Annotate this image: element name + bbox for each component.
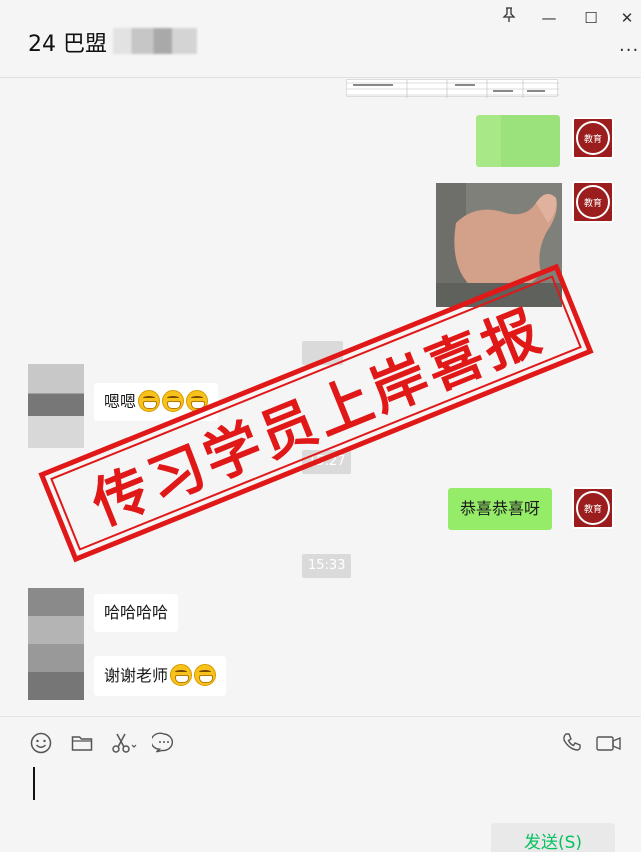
avatar-me[interactable]: 教育 <box>572 117 614 159</box>
message-bubble-left[interactable]: 谢谢老师 <box>94 656 227 696</box>
grin-emoji-icon <box>170 664 193 686</box>
avatar-friend[interactable] <box>28 364 84 448</box>
minimize-button[interactable]: — <box>536 6 562 30</box>
avatar-friend[interactable] <box>28 588 84 700</box>
blurred-message-bubble[interactable] <box>476 115 560 167</box>
more-options-icon[interactable]: ··· <box>619 40 639 61</box>
avatar-logo: 教育 <box>576 491 610 525</box>
video-call-icon[interactable] <box>595 731 623 757</box>
message-bubble-right[interactable]: 恭喜恭喜呀 <box>448 488 553 530</box>
emoji-icon[interactable] <box>29 731 55 757</box>
message-text: 谢谢老师 <box>104 666 169 685</box>
chat-history-icon[interactable] <box>150 731 178 757</box>
message-text: 嗯嗯 <box>104 392 137 411</box>
timestamp: 15:33 <box>302 554 352 578</box>
maximize-button[interactable]: ☐ <box>578 6 604 30</box>
blurred-title-suffix <box>113 28 197 54</box>
screenshot-scissors-icon[interactable] <box>110 731 140 757</box>
grin-emoji-icon <box>138 390 161 412</box>
chat-title: 24 巴盟 <box>28 32 107 57</box>
avatar-me[interactable]: 教育 <box>572 487 614 529</box>
close-button[interactable]: ✕ <box>614 6 640 30</box>
table-image-message[interactable] <box>346 79 559 98</box>
avatar-me[interactable]: 教育 <box>572 181 614 223</box>
avatar-logo: 教育 <box>576 185 610 219</box>
send-button[interactable]: 发送(S) <box>491 823 615 852</box>
pin-icon[interactable] <box>496 6 522 30</box>
text-cursor <box>33 767 35 800</box>
grin-emoji-icon <box>162 390 185 412</box>
chat-header: 24 巴盟 — ☐ ✕ ··· <box>0 0 641 78</box>
message-bubble-left[interactable]: 哈哈哈哈 <box>94 594 179 632</box>
folder-icon[interactable] <box>70 731 96 757</box>
avatar-logo: 教育 <box>576 121 610 155</box>
grin-emoji-icon <box>194 664 217 686</box>
message-composer[interactable]: 发送(S) <box>0 716 641 852</box>
voice-call-icon[interactable] <box>560 731 586 757</box>
